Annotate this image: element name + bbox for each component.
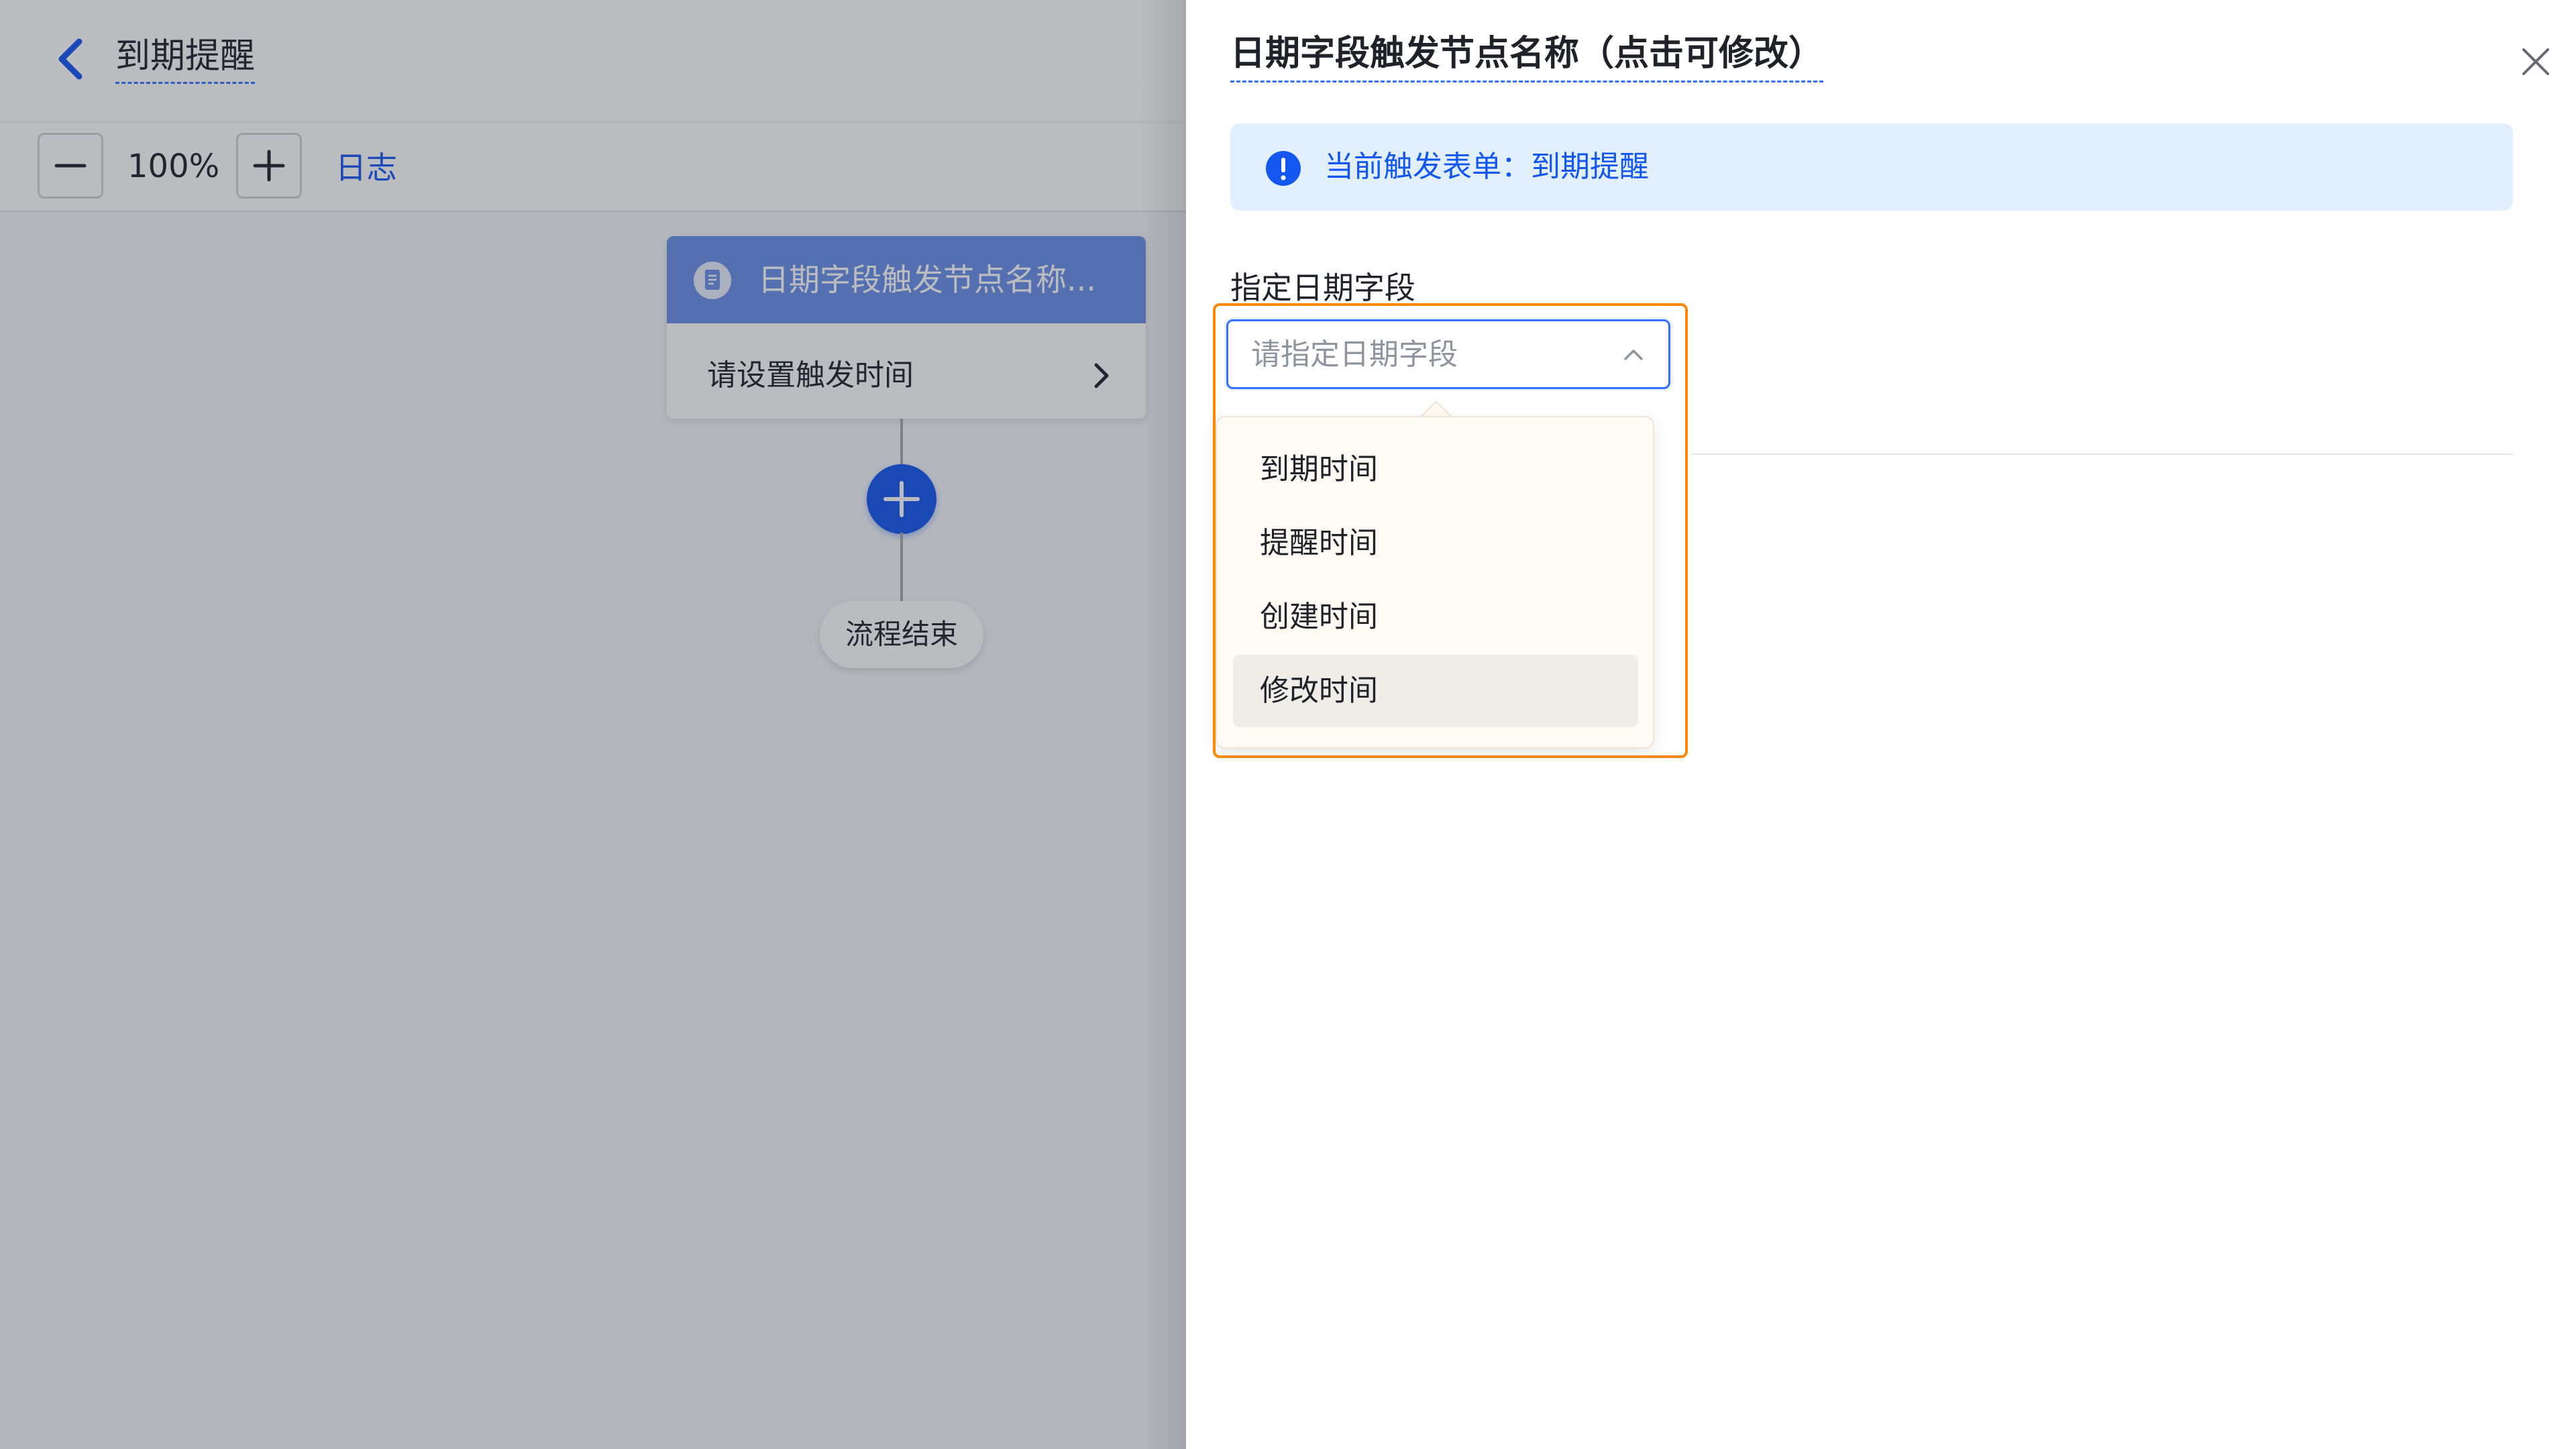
form-icon (694, 262, 731, 299)
chevron-up-icon (1624, 350, 1643, 360)
back-arrow-icon[interactable] (52, 35, 93, 83)
workflow-workspace: 到期提醒 100% 日志 日期字段触发节点名称... 请设置触发时间 流程结束 (0, 0, 1186, 1449)
trigger-node-card[interactable]: 日期字段触发节点名称... 请设置触发时间 (667, 236, 1146, 419)
option-remind-time[interactable]: 提醒时间 (1233, 507, 1638, 580)
node-title[interactable]: 日期字段触发节点名称（点击可修改） (1230, 30, 1824, 83)
section-divider (1690, 453, 2513, 455)
flow-end-node: 流程结束 (820, 601, 983, 668)
flow-connector (900, 533, 903, 601)
date-field-dropdown: 到期时间 提醒时间 创建时间 修改时间 (1216, 416, 1654, 749)
app-root: 到期提醒 100% 日志 日期字段触发节点名称... 请设置触发时间 流程结束 … (0, 0, 2576, 1449)
date-field-select[interactable]: 请指定日期字段 (1226, 319, 1670, 389)
option-due-time[interactable]: 到期时间 (1233, 433, 1638, 506)
app-title[interactable]: 到期提醒 (115, 32, 256, 84)
option-modify-time[interactable]: 修改时间 (1233, 655, 1638, 727)
log-link[interactable]: 日志 (335, 149, 397, 186)
flow-connector (900, 419, 903, 464)
minus-icon (54, 164, 87, 168)
close-icon[interactable] (2517, 43, 2555, 80)
top-bar: 到期提醒 (0, 0, 1186, 121)
date-field-label: 指定日期字段 (1230, 270, 1415, 306)
zoom-out-button[interactable] (38, 133, 103, 199)
plus-icon (883, 481, 920, 517)
zoom-toolbar: 100% 日志 (0, 123, 1186, 212)
trigger-node-title: 日期字段触发节点名称... (758, 262, 1096, 298)
plus-icon (253, 150, 285, 182)
chevron-right-icon (1094, 363, 1109, 388)
info-icon (1266, 151, 1301, 186)
select-placeholder: 请指定日期字段 (1251, 337, 1458, 372)
zoom-level: 100% (127, 148, 220, 185)
add-node-button[interactable] (867, 464, 936, 534)
trigger-form-notice: 当前触发表单：到期提醒 (1230, 123, 2513, 211)
option-create-time[interactable]: 创建时间 (1233, 581, 1638, 653)
trigger-node-action: 请设置触发时间 (707, 358, 914, 392)
zoom-in-button[interactable] (236, 133, 302, 199)
notice-text: 当前触发表单：到期提醒 (1324, 150, 1649, 184)
trigger-node-header: 日期字段触发节点名称... (667, 236, 1146, 323)
